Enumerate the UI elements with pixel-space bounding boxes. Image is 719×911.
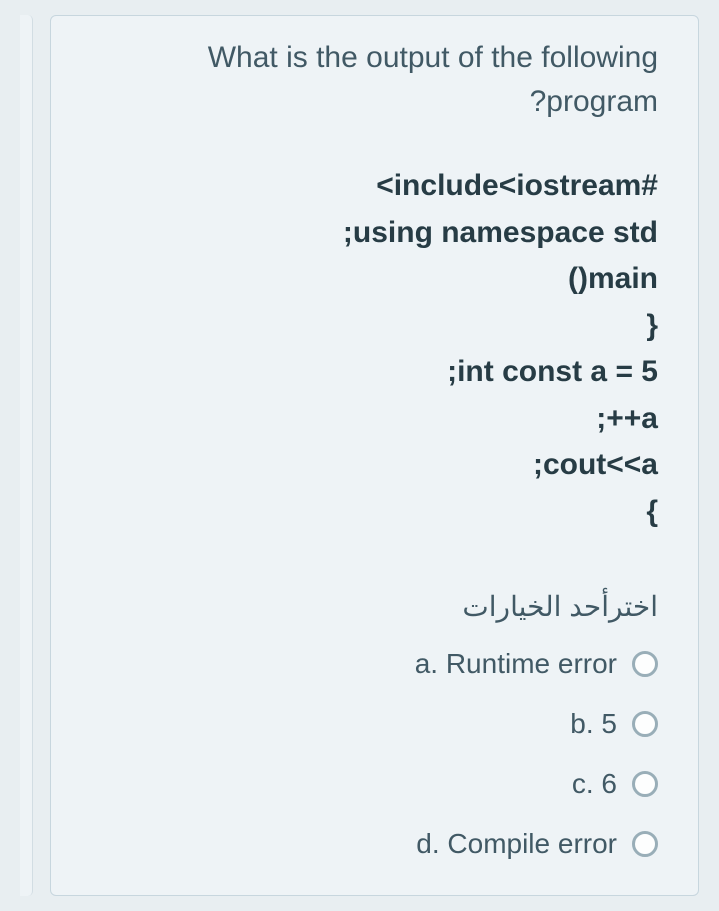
code-line-7: ;cout<<a xyxy=(91,442,658,489)
option-c[interactable]: c. 6 xyxy=(91,768,658,800)
code-line-3: ()main xyxy=(91,256,658,303)
option-c-label: c. 6 xyxy=(572,768,617,800)
choose-prompt: اخترأحد الخيارات xyxy=(91,590,658,623)
code-block: <include<iostream# ;using namespace std … xyxy=(91,163,658,535)
code-line-8: { xyxy=(91,489,658,536)
option-d[interactable]: d. Compile error xyxy=(91,828,658,860)
code-line-2: ;using namespace std xyxy=(91,210,658,257)
question-card: What is the output of the following ?pro… xyxy=(50,15,699,896)
left-card-edge xyxy=(20,15,33,896)
code-line-5: ;int const a = 5 xyxy=(91,349,658,396)
question-text: What is the output of the following ?pro… xyxy=(91,36,658,123)
option-b[interactable]: b. 5 xyxy=(91,708,658,740)
option-b-label: b. 5 xyxy=(570,708,617,740)
radio-icon xyxy=(632,771,658,797)
quiz-container: What is the output of the following ?pro… xyxy=(0,0,719,911)
radio-icon xyxy=(632,651,658,677)
code-line-6: ;++a xyxy=(91,396,658,443)
option-d-label: d. Compile error xyxy=(416,828,617,860)
code-line-1: <include<iostream# xyxy=(91,163,658,210)
radio-icon xyxy=(632,711,658,737)
option-a-label: a. Runtime error xyxy=(415,648,617,680)
code-line-4: } xyxy=(91,303,658,350)
question-line-1: What is the output of the following xyxy=(208,41,658,74)
question-line-2: ?program xyxy=(530,85,658,118)
option-a[interactable]: a. Runtime error xyxy=(91,648,658,680)
options-list: a. Runtime error b. 5 c. 6 d. Compile er… xyxy=(91,648,658,860)
radio-icon xyxy=(632,831,658,857)
